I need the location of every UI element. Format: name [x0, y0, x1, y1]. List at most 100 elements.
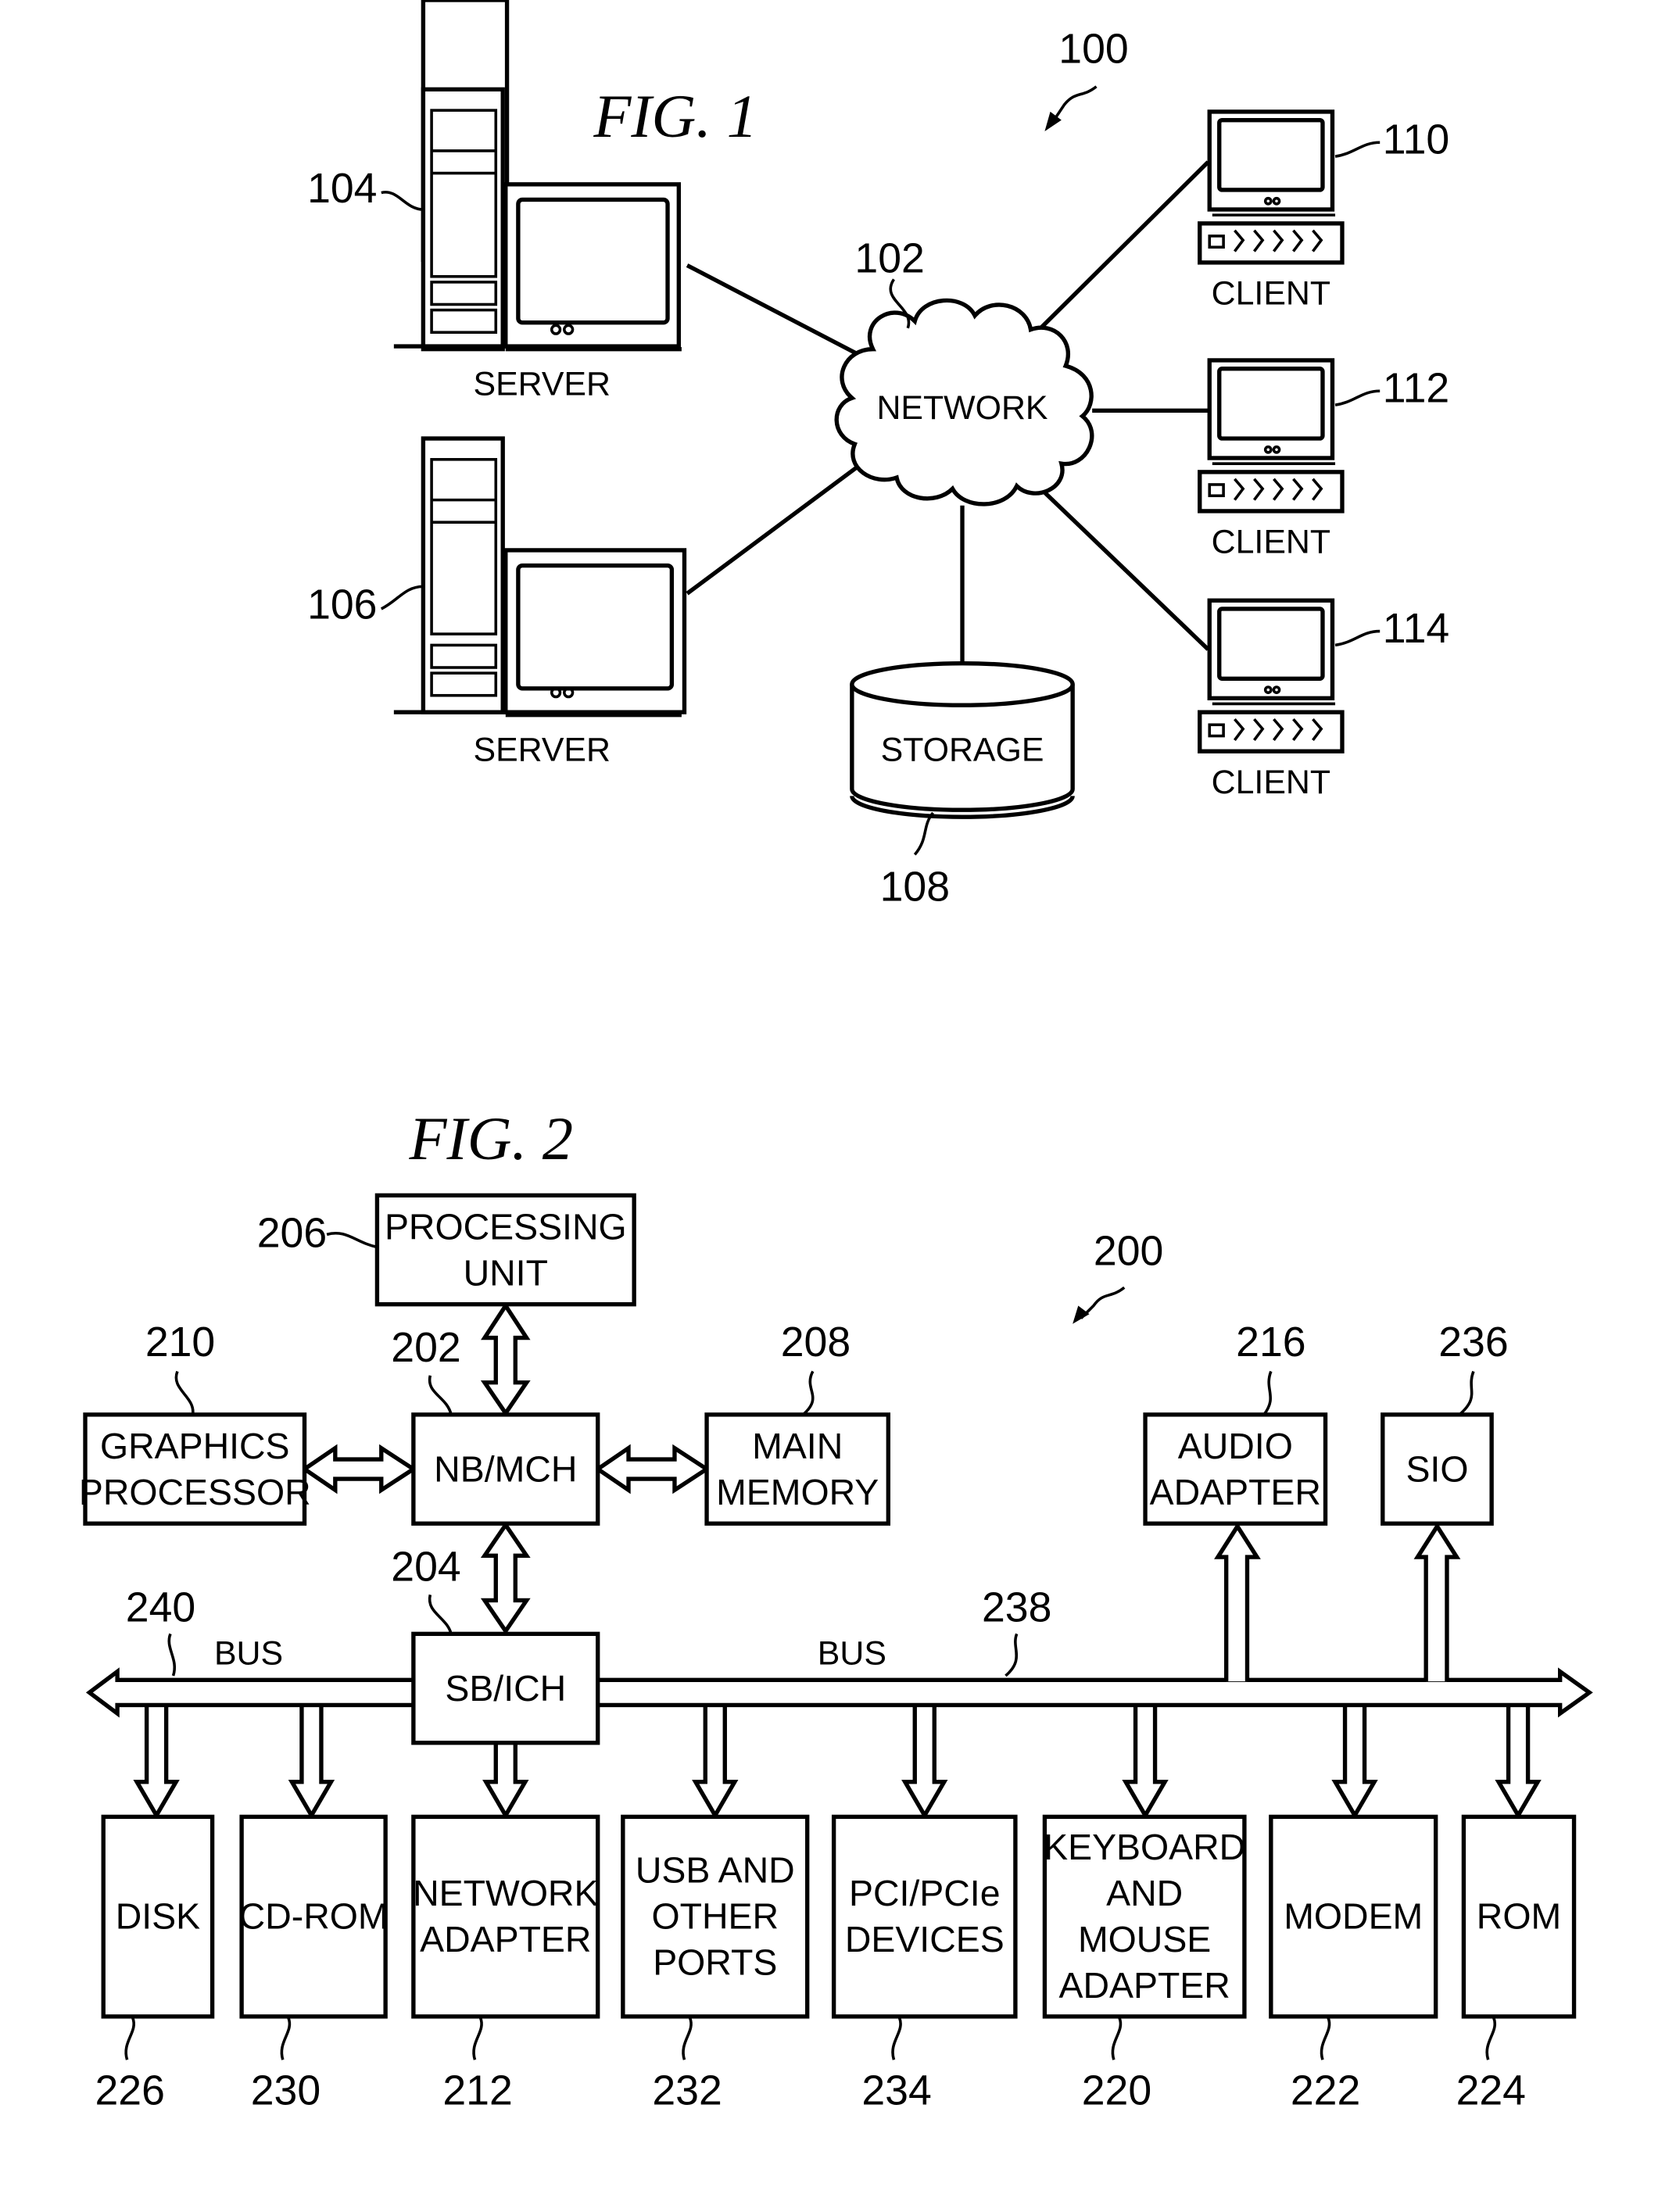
main-memory-ref: 208 [781, 1319, 851, 1365]
server-106: SERVER 106 [307, 436, 687, 769]
client-ref: 114 [1383, 605, 1449, 652]
device-ref: 220 [1082, 2067, 1151, 2114]
sb-ich-label: SB/ICH [445, 1668, 566, 1709]
leader-line [1111, 2017, 1123, 2060]
leader-line [913, 811, 934, 856]
client-112: CLIENT 112 [1198, 358, 1449, 561]
leader-line [381, 191, 424, 211]
audio-adapter-label: AUDIO [1178, 1426, 1293, 1466]
client-label: CLIENT [1212, 524, 1330, 561]
arrowhead-icon [1073, 1305, 1090, 1324]
sio-connector [1413, 1522, 1461, 1682]
leader-line [682, 2017, 693, 2060]
sio-label: SIO [1406, 1449, 1468, 1490]
audio-adapter: AUDIO ADAPTER 216 [1143, 1319, 1328, 1526]
fig2: FIG. 2 200 DISK 226 CD-ROM 230 NETWORK ADAPTE… [79, 1105, 1593, 2114]
bus-connector [692, 1705, 739, 1820]
graphics-processor-label: PROCESSOR [79, 1472, 311, 1512]
keyboard-icon [1198, 221, 1345, 265]
bus-238-ref: 238 [982, 1584, 1051, 1630]
leader-line [167, 1633, 176, 1677]
processing-unit-ref: 206 [257, 1209, 327, 1256]
device-label: DISK [116, 1895, 200, 1936]
nb-mch-label: NB/MCH [434, 1449, 577, 1490]
device-label: USB AND [636, 1849, 795, 1890]
client-label: CLIENT [1212, 274, 1330, 312]
link-client-114 [1032, 480, 1210, 651]
bus-connector [1331, 1705, 1378, 1820]
main-memory-label: MEMORY [716, 1472, 879, 1512]
bus-240-238 [85, 1667, 1593, 1718]
bus-240-label: BUS [214, 1635, 283, 1673]
device-disk: DISK 226 [95, 1705, 215, 2114]
processing-unit-label: UNIT [464, 1253, 548, 1294]
device-label: PCI/PCIe [849, 1873, 1001, 1913]
leader-line [802, 1370, 815, 1416]
patent-drawing-sheet: FIG. 1 100 NETWORK 102 SERVER 104 SERVER… [79, 0, 1593, 2114]
sio-ref: 236 [1438, 1319, 1508, 1365]
monitor-icon [1207, 358, 1336, 465]
server-104-ref: 104 [307, 165, 377, 212]
audio-adapter-ref: 216 [1236, 1319, 1305, 1365]
client-ref: 112 [1383, 365, 1449, 412]
client-110: CLIENT 110 [1198, 109, 1449, 312]
storage-108: STORAGE 108 [850, 660, 1075, 910]
leader-line [428, 1594, 453, 1634]
monitor-icon [503, 548, 687, 718]
device-label: ROM [1477, 1895, 1561, 1936]
device-network-adapter: NETWORK ADAPTER 212 [411, 1705, 600, 2114]
fig1: FIG. 1 100 NETWORK 102 SERVER 104 SERVER… [307, 0, 1449, 910]
device-ref: 224 [1456, 2067, 1526, 2114]
fig1-title: FIG. 1 [593, 83, 757, 151]
bus-connector [288, 1705, 335, 1820]
device-label: DEVICES [845, 1919, 1005, 1960]
device-label: PORTS [653, 1942, 777, 1982]
fig2-devices: DISK 226 CD-ROM 230 NETWORK ADAPTER 212 USB AND… [95, 1705, 1577, 2114]
leader-line [380, 585, 424, 610]
bus-240-ref: 240 [126, 1584, 195, 1630]
leader-line [428, 1375, 453, 1416]
leader-line [1262, 1370, 1273, 1416]
main-memory: MAIN MEMORY 208 [704, 1319, 890, 1526]
device-label: ADAPTER [420, 1919, 591, 1960]
storage-label: STORAGE [881, 732, 1044, 769]
device-label: AND [1106, 1873, 1183, 1913]
device-label: OTHER [652, 1895, 779, 1936]
leader-line [1485, 2017, 1497, 2060]
leader-line [1334, 389, 1381, 406]
link-client-110 [1032, 160, 1210, 337]
leader-line [1334, 141, 1381, 158]
device-label: KEYBOARD [1044, 1827, 1245, 1867]
device-label: CD-ROM [239, 1895, 389, 1936]
device-modem: MODEM 222 [1269, 1705, 1438, 2114]
fig1-system-ref: 100 [1058, 25, 1128, 72]
device-ref: 234 [861, 2067, 931, 2114]
link-server-104 [686, 263, 858, 356]
device-label: NETWORK [413, 1873, 598, 1913]
device-cd-rom: CD-ROM 230 [239, 1705, 389, 2114]
leader-line [1334, 629, 1381, 647]
processing-unit: PROCESSING UNIT 206 [257, 1193, 636, 1307]
device-label: ADAPTER [1058, 1965, 1230, 2006]
nb-memory-connector [593, 1444, 711, 1494]
graphics-processor-label: GRAPHICS [100, 1426, 290, 1466]
device-ref: 232 [652, 2067, 722, 2114]
graphics-nb-connector [300, 1444, 417, 1494]
network-cloud: NETWORK 102 [834, 234, 1094, 506]
fig2-components: PROCESSING UNIT 206 GRAPHICS PROCESSOR 210 NB/… [79, 1193, 1509, 1745]
network-label: NETWORK [876, 389, 1048, 427]
device-ref: 230 [251, 2067, 321, 2114]
sb-ich-ref: 204 [391, 1543, 460, 1590]
client-114: CLIENT 114 [1198, 598, 1449, 801]
monitor-icon [503, 182, 682, 352]
device-pci-devices: PCI/PCIe DEVICES 234 [831, 1705, 1018, 2114]
device-label: MODEM [1284, 1895, 1423, 1936]
graphics-processor-ref: 210 [145, 1319, 215, 1365]
bus-connector [1122, 1705, 1169, 1820]
audio-adapter-connector [1214, 1522, 1261, 1682]
bus-connector [901, 1705, 948, 1820]
server-106-label: SERVER [473, 732, 610, 769]
leader-line [1458, 1370, 1475, 1416]
monitor-icon [1207, 109, 1336, 217]
server-106-ref: 106 [307, 581, 377, 628]
